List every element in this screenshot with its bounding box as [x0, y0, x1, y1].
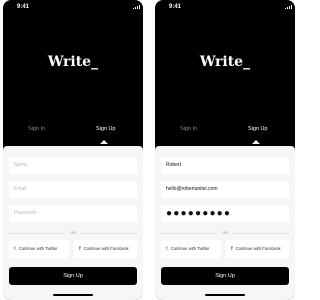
signal-bar — [139, 5, 141, 9]
divider-line — [81, 233, 137, 234]
sign-up-form: Name Email Password OR t Continue with Tw… — [3, 146, 143, 300]
tab-sign-in[interactable]: Sign In — [28, 126, 45, 132]
or-divider: OR — [9, 230, 137, 236]
twitter-button-label: Continue with Twitter — [18, 246, 58, 251]
password-field[interactable]: Password — [9, 205, 137, 222]
home-indicator — [53, 294, 93, 296]
sign-up-button[interactable]: Sign Up — [9, 267, 137, 285]
twitter-icon: t — [166, 246, 168, 252]
tab-sign-in[interactable]: Sign In — [180, 126, 197, 132]
password-field[interactable]: ●●●●●●●●● — [161, 205, 289, 222]
or-divider: OR — [161, 230, 289, 236]
email-field[interactable]: Email — [9, 181, 137, 198]
phone-screen-filled: 9:41 Write_ Sign In Sign Up Robert hello… — [155, 0, 295, 300]
facebook-button[interactable]: f Continue with Facebook — [226, 240, 289, 258]
name-field[interactable]: Name — [9, 157, 137, 174]
status-bar: 9:41 — [3, 0, 143, 14]
sign-up-form: Robert hello@robertanitei.com ●●●●●●●●● … — [155, 146, 295, 300]
status-time: 9:41 — [17, 4, 30, 10]
home-indicator — [205, 294, 245, 296]
divider-line — [233, 233, 289, 234]
facebook-button-label: Continue with Facebook — [83, 246, 129, 251]
email-field[interactable]: hello@robertanitei.com — [161, 181, 289, 198]
facebook-button[interactable]: f Continue with Facebook — [74, 240, 137, 258]
twitter-button[interactable]: t Continue with Twitter — [9, 240, 69, 258]
status-time: 9:41 — [169, 4, 182, 10]
twitter-button[interactable]: t Continue with Twitter — [161, 240, 221, 258]
tab-sign-up[interactable]: Sign Up — [248, 126, 268, 132]
tab-sign-up[interactable]: Sign Up — [96, 126, 116, 132]
app-logo: Write_ — [199, 54, 251, 70]
auth-tabs: Sign In Sign Up — [155, 126, 295, 146]
name-field[interactable]: Robert — [161, 157, 289, 174]
auth-tabs: Sign In Sign Up — [3, 126, 143, 146]
twitter-button-label: Continue with Twitter — [170, 246, 210, 251]
facebook-button-label: Continue with Facebook — [235, 246, 281, 251]
active-tab-indicator — [252, 140, 260, 144]
twitter-icon: t — [14, 246, 16, 252]
active-tab-indicator — [100, 140, 108, 144]
facebook-icon: f — [231, 246, 233, 252]
app-logo: Write_ — [47, 54, 99, 70]
phone-screen-empty: 9:41 Write_ Sign In Sign Up Name Email P… — [3, 0, 143, 300]
status-bar: 9:41 — [155, 0, 295, 14]
sign-up-button[interactable]: Sign Up — [161, 267, 289, 285]
facebook-icon: f — [79, 246, 81, 252]
signal-bar — [291, 5, 293, 9]
